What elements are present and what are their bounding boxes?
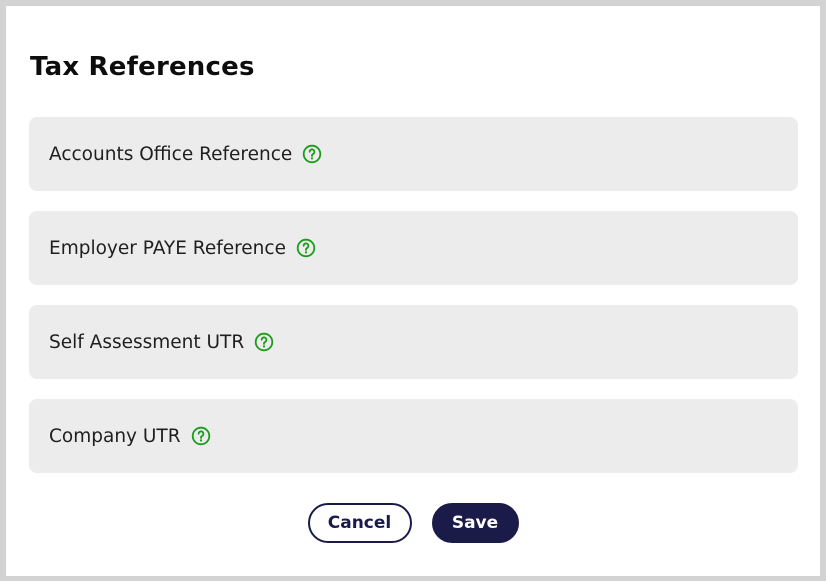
- cancel-button[interactable]: Cancel: [307, 503, 412, 543]
- question-circle-icon[interactable]: [191, 426, 211, 446]
- tax-references-dialog: Tax References Accounts Office Reference…: [6, 6, 820, 576]
- field-self-assessment-utr[interactable]: Self Assessment UTR: [29, 305, 798, 379]
- field-label: Employer PAYE Reference: [49, 237, 286, 259]
- field-company-utr[interactable]: Company UTR: [29, 399, 798, 473]
- save-button[interactable]: Save: [431, 503, 519, 543]
- field-label: Accounts Office Reference: [49, 143, 293, 165]
- question-circle-icon[interactable]: [302, 144, 322, 164]
- field-employer-paye-reference[interactable]: Employer PAYE Reference: [29, 211, 798, 285]
- dialog-title: Tax References: [30, 52, 255, 82]
- question-circle-icon[interactable]: [254, 332, 274, 352]
- field-label: Self Assessment UTR: [49, 331, 245, 353]
- dialog-actions: Cancel Save: [6, 503, 820, 543]
- field-label: Company UTR: [49, 425, 181, 447]
- question-circle-icon[interactable]: [296, 238, 316, 258]
- field-accounts-office-reference[interactable]: Accounts Office Reference: [29, 117, 798, 191]
